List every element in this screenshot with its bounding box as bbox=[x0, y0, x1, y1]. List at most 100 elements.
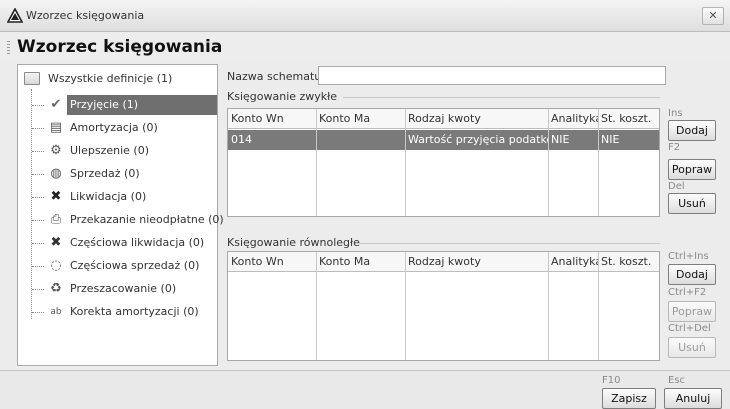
tree-item-przekazanie[interactable]: ⎙ Przekazanie nieodpłatne (0) bbox=[18, 209, 224, 231]
page-title: Wzorzec księgowania bbox=[17, 37, 223, 57]
shortcut-hint: Del bbox=[668, 181, 685, 192]
column-header[interactable]: Analityka bbox=[548, 109, 598, 129]
column-divider bbox=[548, 252, 549, 360]
tree-item-ulepszenie[interactable]: ⚙ Ulepszenie (0) bbox=[18, 140, 217, 162]
parallel-posting-label: Księgowanie równoległe bbox=[227, 236, 360, 249]
tree-branch bbox=[32, 128, 44, 129]
regular-posting-label: Księgowanie zwykłe bbox=[227, 90, 338, 103]
coins-icon: ◍ bbox=[50, 166, 62, 181]
folder-icon bbox=[24, 72, 40, 85]
column-divider bbox=[598, 252, 599, 360]
column-divider bbox=[598, 109, 599, 216]
definitions-tree[interactable]: Wszystkie definicje (1) ✔ Przyjęcie (1) … bbox=[17, 64, 224, 366]
cancel-button[interactable]: Anuluj bbox=[664, 388, 722, 409]
column-header[interactable]: St. koszt. bbox=[598, 252, 661, 272]
tree-item-czesciowa-sprzedaz[interactable]: ◌ Częściowa sprzedaż (0) bbox=[18, 255, 217, 277]
column-divider bbox=[405, 109, 406, 216]
column-header[interactable]: Konto Ma bbox=[316, 109, 405, 129]
table-cell bbox=[316, 130, 405, 150]
gears-icon: ⚙ bbox=[50, 143, 62, 158]
delete-button[interactable]: Usuń bbox=[668, 193, 716, 214]
column-divider bbox=[405, 252, 406, 360]
tree-branch bbox=[32, 174, 44, 175]
schema-name-input[interactable] bbox=[318, 66, 666, 85]
x-icon: ✖ bbox=[50, 189, 62, 204]
tree-branch bbox=[32, 105, 44, 106]
tree-item-przeszacowanie[interactable]: ♻ Przeszacowanie (0) bbox=[18, 278, 217, 300]
document-arrow-icon: ⎙ bbox=[50, 212, 62, 227]
regular-posting-grid[interactable]: Konto Wn Konto Ma Rodzaj kwoty Analityka… bbox=[227, 108, 660, 217]
column-header[interactable]: Rodzaj kwoty bbox=[405, 252, 548, 272]
tree-branch bbox=[32, 312, 44, 313]
shortcut-hint: Ctrl+Del bbox=[668, 323, 711, 334]
abc-icon: ab bbox=[50, 307, 62, 317]
tree-item-korekta[interactable]: ab Korekta amortyzacji (0) bbox=[18, 301, 217, 323]
schema-name-label: Nazwa schematu: bbox=[227, 70, 325, 83]
tree-branch bbox=[32, 289, 44, 290]
tree-item-label: Częściowa sprzedaż (0) bbox=[70, 259, 200, 272]
tree-branch bbox=[32, 197, 44, 198]
tree-item-label: Korekta amortyzacji (0) bbox=[70, 305, 199, 318]
tree-branch bbox=[32, 266, 44, 267]
close-icon[interactable]: ✕ bbox=[702, 7, 724, 25]
table-cell: 014 bbox=[231, 133, 252, 146]
add-button[interactable]: Dodaj bbox=[668, 120, 716, 141]
page-header: Wzorzec księgowania bbox=[0, 33, 730, 61]
table-row[interactable]: 014 Wartość przyjęcia podatkowa NIE NIE bbox=[228, 130, 659, 150]
table-cell: Wartość przyjęcia podatkowa bbox=[408, 133, 548, 146]
column-header[interactable]: Rodzaj kwoty bbox=[405, 109, 548, 129]
tree-item-label: Sprzedaż (0) bbox=[70, 167, 140, 180]
shortcut-hint: Ctrl+F2 bbox=[668, 287, 707, 298]
shortcut-hint: Ctrl+Ins bbox=[668, 251, 709, 262]
tree-item-czesciowa-likwidacja[interactable]: ✖ Częściowa likwidacja (0) bbox=[18, 232, 217, 254]
document-icon: ▤ bbox=[49, 120, 63, 135]
table-cell: NIE bbox=[551, 133, 570, 146]
tree-item-likwidacja[interactable]: ✖ Likwidacja (0) bbox=[18, 186, 217, 208]
coins-partial-icon: ◌ bbox=[50, 258, 62, 273]
column-header[interactable]: Analityka bbox=[548, 252, 598, 272]
grid-header: Konto Wn Konto Ma Rodzaj kwoty Analityka… bbox=[228, 109, 659, 129]
column-header[interactable]: Konto Wn bbox=[228, 252, 316, 272]
window-title: Wzorzec księgowania bbox=[26, 9, 145, 22]
table-cell: NIE bbox=[601, 133, 620, 146]
tree-item-label: Amortyzacja (0) bbox=[70, 121, 158, 134]
parallel-posting-grid[interactable]: Konto Wn Konto Ma Rodzaj kwoty Analityka… bbox=[227, 251, 660, 361]
tree-item-przyjecie[interactable]: ✔ Przyjęcie (1) bbox=[18, 94, 217, 116]
tree-item-label: Likwidacja (0) bbox=[70, 190, 147, 203]
column-header[interactable]: St. koszt. bbox=[598, 109, 661, 129]
tree-branch bbox=[32, 220, 44, 221]
shortcut-hint: Ins bbox=[668, 108, 683, 119]
tree-item-amortyzacja[interactable]: ▤ Amortyzacja (0) bbox=[18, 117, 217, 139]
tree-item-label: Przekazanie nieodpłatne (0) bbox=[70, 213, 224, 226]
group-divider bbox=[343, 97, 660, 98]
tree-branch bbox=[32, 151, 44, 152]
shortcut-hint: Esc bbox=[668, 375, 686, 386]
tree-item-label: Przyjęcie (1) bbox=[70, 98, 139, 111]
check-icon: ✔ bbox=[50, 97, 62, 112]
shortcut-hint: F10 bbox=[602, 375, 621, 386]
tree-item-label: Częściowa likwidacja (0) bbox=[70, 236, 205, 249]
edit-button[interactable]: Popraw bbox=[668, 159, 716, 180]
window-titlebar: Wzorzec księgowania ✕ bbox=[0, 0, 730, 32]
tree-branch bbox=[32, 243, 44, 244]
revalue-icon: ♻ bbox=[50, 281, 62, 296]
grid-header: Konto Wn Konto Ma Rodzaj kwoty Analityka… bbox=[228, 252, 659, 272]
tree-item-label: Przeszacowanie (0) bbox=[70, 282, 177, 295]
column-header[interactable]: Konto Wn bbox=[228, 109, 316, 129]
tree-item-sprzedaz[interactable]: ◍ Sprzedaż (0) bbox=[18, 163, 217, 185]
save-button[interactable]: Zapisz bbox=[602, 388, 656, 409]
warning-triangle-icon bbox=[7, 8, 23, 23]
tree-root-label: Wszystkie definicje (1) bbox=[48, 72, 173, 85]
column-header[interactable]: Konto Ma bbox=[316, 252, 405, 272]
add-parallel-button[interactable]: Dodaj bbox=[668, 264, 716, 285]
group-divider bbox=[356, 243, 660, 244]
x-partial-icon: ✖ bbox=[50, 235, 62, 250]
grip-icon bbox=[7, 41, 10, 55]
dialog-footer: F10 Zapisz Esc Anuluj bbox=[0, 371, 730, 409]
column-divider bbox=[316, 252, 317, 360]
tree-item-label: Ulepszenie (0) bbox=[70, 144, 150, 157]
edit-parallel-button[interactable]: Popraw bbox=[668, 301, 716, 322]
shortcut-hint: F2 bbox=[668, 142, 681, 153]
delete-parallel-button[interactable]: Usuń bbox=[668, 337, 716, 358]
column-divider bbox=[316, 109, 317, 216]
